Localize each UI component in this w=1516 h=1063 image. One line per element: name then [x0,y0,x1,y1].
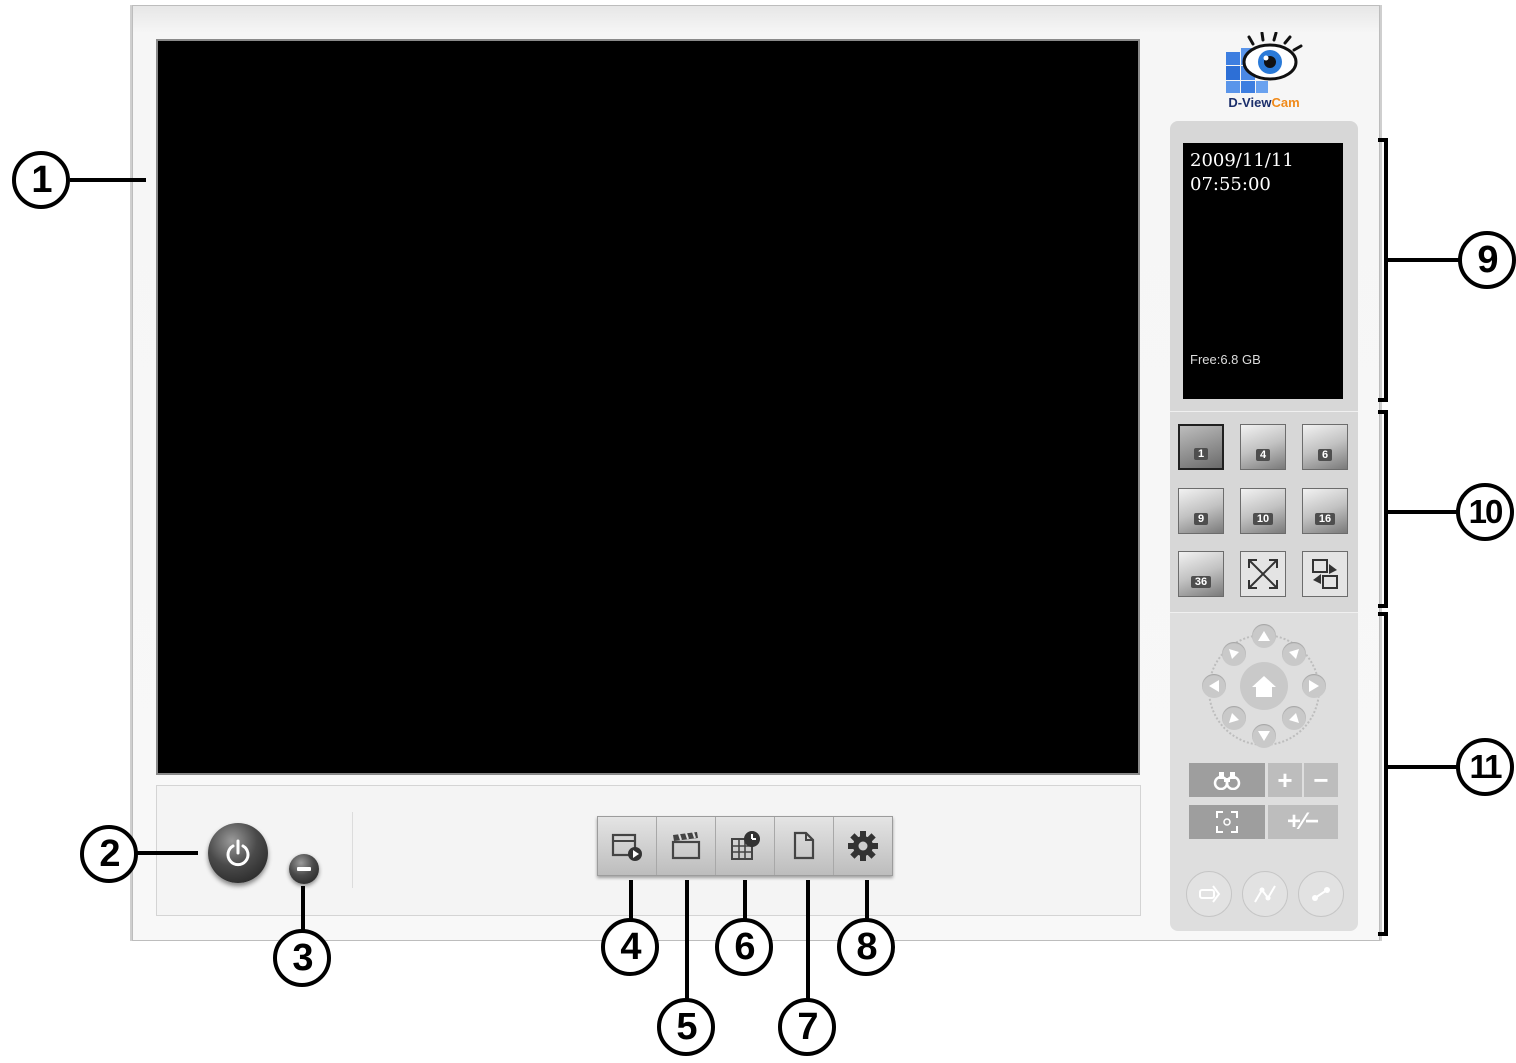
callout-bracket [1378,410,1388,608]
arrow-up-right-icon [1289,649,1299,659]
ptz-zoom-out-button[interactable]: − [1304,763,1338,797]
layout-label: 6 [1317,449,1333,461]
layout-9-button[interactable]: 9 [1178,488,1224,534]
ptz-zoom-button[interactable] [1189,763,1265,797]
patrol-icon [1254,885,1276,903]
callout-2: 2 [80,825,138,883]
ptz-up-button[interactable] [1252,624,1276,648]
minus-icon [297,867,311,871]
ptz-up-left-button[interactable] [1222,642,1246,666]
callout-leader [1388,258,1460,262]
callout-9: 9 [1458,231,1516,289]
ptz-down-right-button[interactable] [1282,706,1306,730]
layout-label: 4 [1255,449,1271,461]
callout-8: 8 [837,918,895,976]
schedule-button[interactable] [716,817,775,875]
ptz-patrol-button[interactable] [1242,871,1288,917]
settings-button[interactable] [834,817,892,875]
callout-leader [629,880,633,922]
ptz-down-button[interactable] [1252,724,1276,748]
layout-4-button[interactable]: 4 [1240,424,1286,470]
playback-button[interactable] [598,817,657,875]
callout-leader [70,178,146,182]
callout-leader [806,880,810,1002]
callout-bracket [1378,138,1388,402]
free-space-readout: Free:6.8 GB [1190,352,1261,367]
layout-16-button[interactable]: 16 [1302,488,1348,534]
ptz-zoom-in-button[interactable]: + [1268,763,1302,797]
callout-leader [136,851,198,855]
divider [352,812,353,888]
schedule-icon [731,831,760,860]
tour-icon [1312,887,1330,901]
binoculars-icon [1213,772,1241,790]
layout-label: 36 [1190,576,1212,588]
callout-6: 6 [715,918,773,976]
log-button[interactable] [775,817,834,875]
callout-7: 7 [778,998,836,1056]
callout-10: 10 [1456,483,1514,541]
date-readout: 2009/11/11 [1190,150,1294,171]
gear-icon [848,831,878,861]
fullscreen-button[interactable] [1240,551,1286,597]
arrow-up-left-icon [1229,649,1239,659]
ptz-home-button[interactable] [1240,662,1288,710]
time-readout: 07:55:00 [1190,174,1271,195]
arrow-down-right-icon [1289,713,1299,723]
focus-icon [1216,811,1238,833]
callout-1: 1 [12,151,70,209]
layout-label: 9 [1193,513,1209,525]
callout-leader [1388,510,1458,514]
power-button[interactable] [208,823,268,883]
layout-36-button[interactable]: 36 [1178,551,1224,597]
layout-label: 16 [1314,513,1336,525]
arrow-left-icon [1209,680,1219,692]
layout-1-button[interactable]: 1 [1178,424,1224,470]
clapper-icon [671,831,701,860]
logo-text: D-ViewCam [1228,95,1300,110]
playback-icon [611,833,642,861]
callout-5: 5 [657,998,715,1056]
callout-leader [301,886,305,934]
callout-leader [743,880,747,922]
fullscreen-icon [1248,559,1278,589]
auto-switch-icon [1312,559,1338,589]
preset-icon [1199,885,1221,903]
video-record-button[interactable] [657,817,716,875]
layout-10-button[interactable]: 10 [1240,488,1286,534]
callout-leader [865,880,869,922]
layout-label: 1 [1193,448,1209,460]
arrow-down-left-icon [1229,713,1239,723]
callout-leader [1388,765,1458,769]
callout-3: 3 [273,929,331,987]
callout-bracket [1378,612,1388,936]
home-icon [1252,676,1276,697]
layout-6-button[interactable]: 6 [1302,424,1348,470]
callout-11: 11 [1456,738,1514,796]
ptz-left-button[interactable] [1202,674,1226,698]
document-icon [793,831,815,860]
ptz-down-left-button[interactable] [1222,706,1246,730]
arrow-up-icon [1258,631,1270,641]
auto-switch-button[interactable] [1302,551,1348,597]
arrow-right-icon [1309,680,1319,692]
power-icon [226,839,250,867]
arrow-down-icon [1258,731,1270,741]
toolbar [597,816,893,876]
callout-leader [685,880,689,1002]
video-display[interactable] [156,39,1140,775]
callout-4: 4 [601,918,659,976]
layout-label: 10 [1252,513,1274,525]
ptz-preset-button[interactable] [1186,871,1232,917]
ptz-right-button[interactable] [1302,674,1326,698]
ptz-tour-button[interactable] [1298,871,1344,917]
ptz-up-right-button[interactable] [1282,642,1306,666]
ptz-zoom-toggle-button[interactable]: +∕− [1268,805,1338,839]
minimize-button[interactable] [289,854,319,884]
ptz-focus-button[interactable] [1189,805,1265,839]
